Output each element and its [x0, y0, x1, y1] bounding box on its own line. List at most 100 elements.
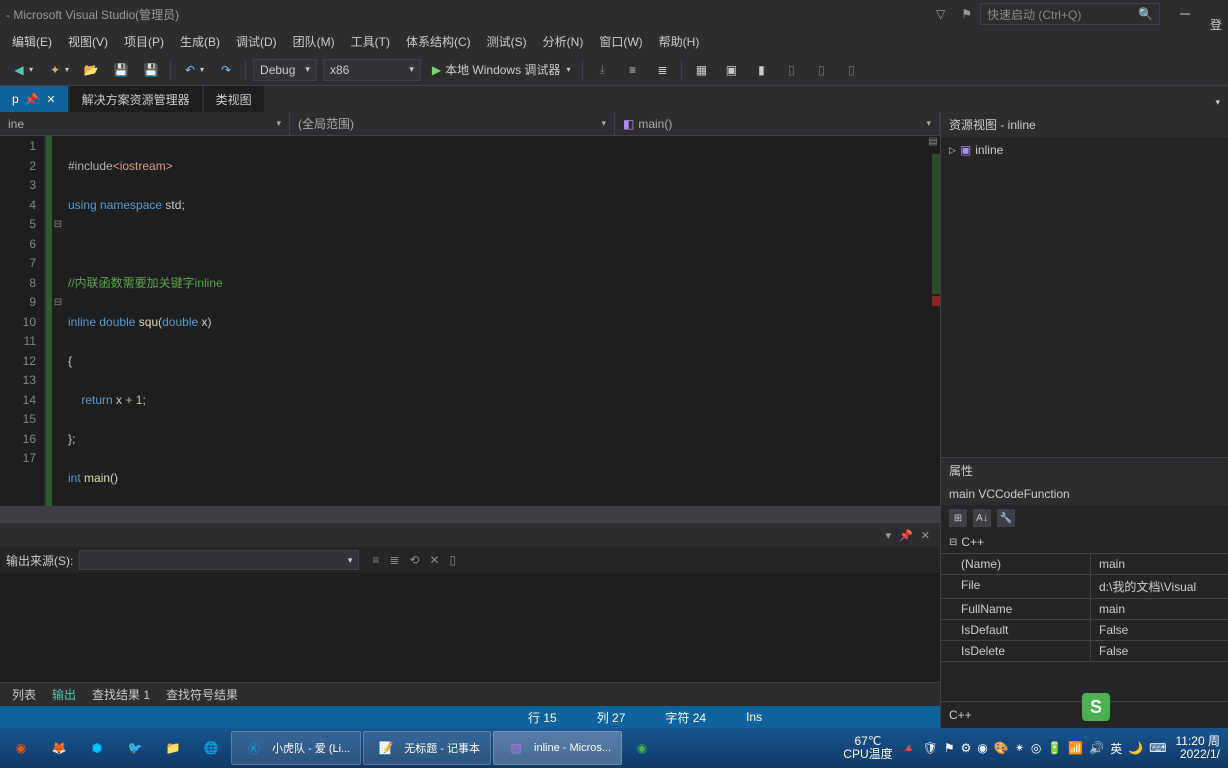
cpu-temp[interactable]: 67℃ CPU温度 — [843, 735, 892, 761]
tray-icon[interactable]: ⚙ — [961, 741, 972, 755]
fold-gutter[interactable]: ⊟⊟ — [52, 136, 64, 506]
code-content[interactable]: #include<iostream> using namespace std; … — [64, 136, 940, 506]
start-debugging-button[interactable]: ▶本地 Windows 调试器▾ — [424, 58, 579, 81]
quick-launch-input[interactable]: 快速启动 (Ctrl+Q) 🔍 — [980, 3, 1160, 25]
taskbar-notepad[interactable]: 📝无标题 - 记事本 — [363, 731, 491, 765]
property-grid[interactable]: (Name)main Filed:\我的文档\Visual FullNamema… — [941, 553, 1228, 662]
show-files-button[interactable]: ▦ — [688, 59, 714, 81]
redo-button[interactable]: ↷ — [213, 59, 239, 81]
output-btn-1[interactable]: ≡ — [367, 551, 384, 569]
sign-in-link[interactable]: 登 — [1210, 16, 1222, 33]
menu-help[interactable]: 帮助(H) — [651, 29, 708, 54]
tray-icon[interactable]: 🛡 — [923, 741, 938, 755]
taskbar-clock[interactable]: 11:20 周 2022/1/ — [1176, 735, 1221, 761]
split-icon[interactable]: ▤ — [926, 136, 940, 150]
menu-debug[interactable]: 调试(D) — [228, 29, 285, 54]
tray-icon[interactable]: 🌙 — [1128, 741, 1143, 755]
code-editor[interactable]: 1234567891011121314151617 ⊟⊟ #include<io… — [0, 136, 940, 506]
output-btn-2[interactable]: ≣ — [384, 551, 404, 569]
taskbar-chrome[interactable]: 🌐 — [193, 731, 229, 765]
notifications-icon[interactable]: ▽ — [936, 7, 945, 21]
wrench-icon[interactable]: 🔧 — [997, 509, 1015, 527]
ime-indicator[interactable]: S — [1082, 693, 1110, 721]
nav-scope-dropdown[interactable]: (全局范围)▾ — [290, 112, 615, 135]
output-btn-3[interactable]: ⟲ — [404, 551, 424, 569]
pin-icon[interactable]: 📌 — [25, 93, 39, 106]
menu-project[interactable]: 项目(P) — [116, 29, 172, 54]
taskbar-app-bird[interactable]: 🐦 — [117, 731, 153, 765]
collapse-icon[interactable]: ⊟ — [949, 537, 957, 548]
tray-icon[interactable]: ◎ — [1031, 741, 1041, 755]
output-btn-4[interactable]: ✕ — [424, 551, 444, 569]
close-icon[interactable]: ✕ — [921, 529, 930, 542]
toggle-button[interactable]: ▣ — [718, 59, 744, 81]
menu-tools[interactable]: 工具(T) — [343, 29, 398, 54]
taskbar-app-blue[interactable]: ⬢ — [79, 731, 115, 765]
tray-volume-icon[interactable]: 🔊 — [1089, 741, 1104, 755]
bookmark-button[interactable]: ▮ — [748, 59, 774, 81]
minimize-button[interactable] — [1168, 2, 1202, 26]
taskbar-firefox[interactable]: 🦊 — [41, 731, 77, 765]
open-file-button[interactable]: 📂 — [78, 59, 104, 81]
navigate-back-button[interactable]: ◀▾ — [6, 59, 38, 81]
save-all-button[interactable]: 💾 — [138, 59, 164, 81]
tab-output[interactable]: 输出 — [44, 683, 84, 706]
tab-solution-explorer[interactable]: 解决方案资源管理器 — [70, 86, 202, 112]
nav-member-dropdown[interactable]: ◧main()▾ — [615, 112, 940, 135]
taskbar-kugou[interactable]: Ⓚ小虎队 - 爱 (Li... — [231, 731, 361, 765]
menu-architecture[interactable]: 体系结构(C) — [398, 29, 479, 54]
menu-view[interactable]: 视图(V) — [60, 29, 116, 54]
tray-icon[interactable]: ◉ — [977, 741, 987, 755]
horizontal-scrollbar[interactable] — [0, 506, 940, 522]
tray-icon[interactable]: 🔋 — [1047, 741, 1062, 755]
tray-icon[interactable]: ✴ — [1015, 741, 1025, 755]
pin-icon[interactable]: 📌 — [899, 529, 913, 542]
categorized-button[interactable]: ⊞ — [949, 509, 967, 527]
menu-build[interactable]: 生成(B) — [172, 29, 228, 54]
tray-icon[interactable]: 🎨 — [994, 741, 1009, 755]
tab-find-symbols[interactable]: 查找符号结果 — [158, 683, 246, 706]
output-source-dropdown[interactable]: ▾ — [79, 550, 359, 570]
uncomment-button[interactable]: ≣ — [649, 59, 675, 81]
output-text[interactable] — [0, 573, 940, 682]
tab-error-list[interactable]: 列表 — [4, 683, 44, 706]
new-project-button[interactable]: ✦▾ — [42, 59, 74, 81]
tab-class-view[interactable]: 类视图 — [204, 86, 264, 112]
tb-btn-c[interactable]: ▯ — [838, 59, 864, 81]
menu-analyze[interactable]: 分析(N) — [535, 29, 592, 54]
save-button[interactable]: 💾 — [108, 59, 134, 81]
property-category[interactable]: ⊟ C++ — [941, 531, 1228, 553]
menu-window[interactable]: 窗口(W) — [591, 29, 650, 54]
output-btn-5[interactable]: ▯ — [445, 551, 462, 569]
taskbar-start[interactable]: ◉ — [3, 731, 39, 765]
menu-edit[interactable]: 编辑(E) — [4, 29, 60, 54]
close-icon[interactable]: ✕ — [46, 93, 55, 106]
tb-btn-a[interactable]: ▯ — [778, 59, 804, 81]
dropdown-icon[interactable]: ▾ — [886, 529, 892, 542]
resource-tree[interactable]: ▷ ▣ inline — [941, 137, 1228, 457]
ime-lang[interactable]: 英 — [1110, 740, 1122, 757]
tray-icon[interactable]: 📶 — [1068, 741, 1083, 755]
tray-icon[interactable]: ⌨ — [1149, 741, 1166, 755]
expand-icon[interactable]: ▷ — [949, 145, 956, 156]
tab-overflow-button[interactable]: ▾ — [1207, 93, 1228, 112]
undo-button[interactable]: ↶▾ — [177, 59, 209, 81]
taskbar-visual-studio[interactable]: ▧inline - Micros... — [493, 731, 622, 765]
taskbar-app-green[interactable]: ◉ — [624, 731, 660, 765]
tab-active-file[interactable]: p 📌 ✕ — [0, 86, 68, 112]
config-dropdown[interactable]: Debug▾ — [253, 59, 317, 81]
tray-icon[interactable]: ⚑ — [944, 741, 955, 755]
step-into-button[interactable]: ⤓ — [589, 59, 615, 81]
tab-find-results[interactable]: 查找结果 1 — [84, 683, 158, 706]
menu-test[interactable]: 测试(S) — [479, 29, 535, 54]
nav-project-dropdown[interactable]: ine▾ — [0, 112, 290, 135]
tray-icon[interactable]: 🔺 — [902, 741, 917, 755]
tb-btn-b[interactable]: ▯ — [808, 59, 834, 81]
platform-dropdown[interactable]: x86▾ — [323, 59, 421, 81]
feedback-icon[interactable]: ⚑ — [961, 7, 972, 21]
tree-node-inline[interactable]: ▷ ▣ inline — [949, 141, 1220, 159]
menu-team[interactable]: 团队(M) — [285, 29, 343, 54]
alphabetical-button[interactable]: A↓ — [973, 509, 991, 527]
taskbar-explorer[interactable]: 📁 — [155, 731, 191, 765]
comment-button[interactable]: ≡ — [619, 59, 645, 81]
